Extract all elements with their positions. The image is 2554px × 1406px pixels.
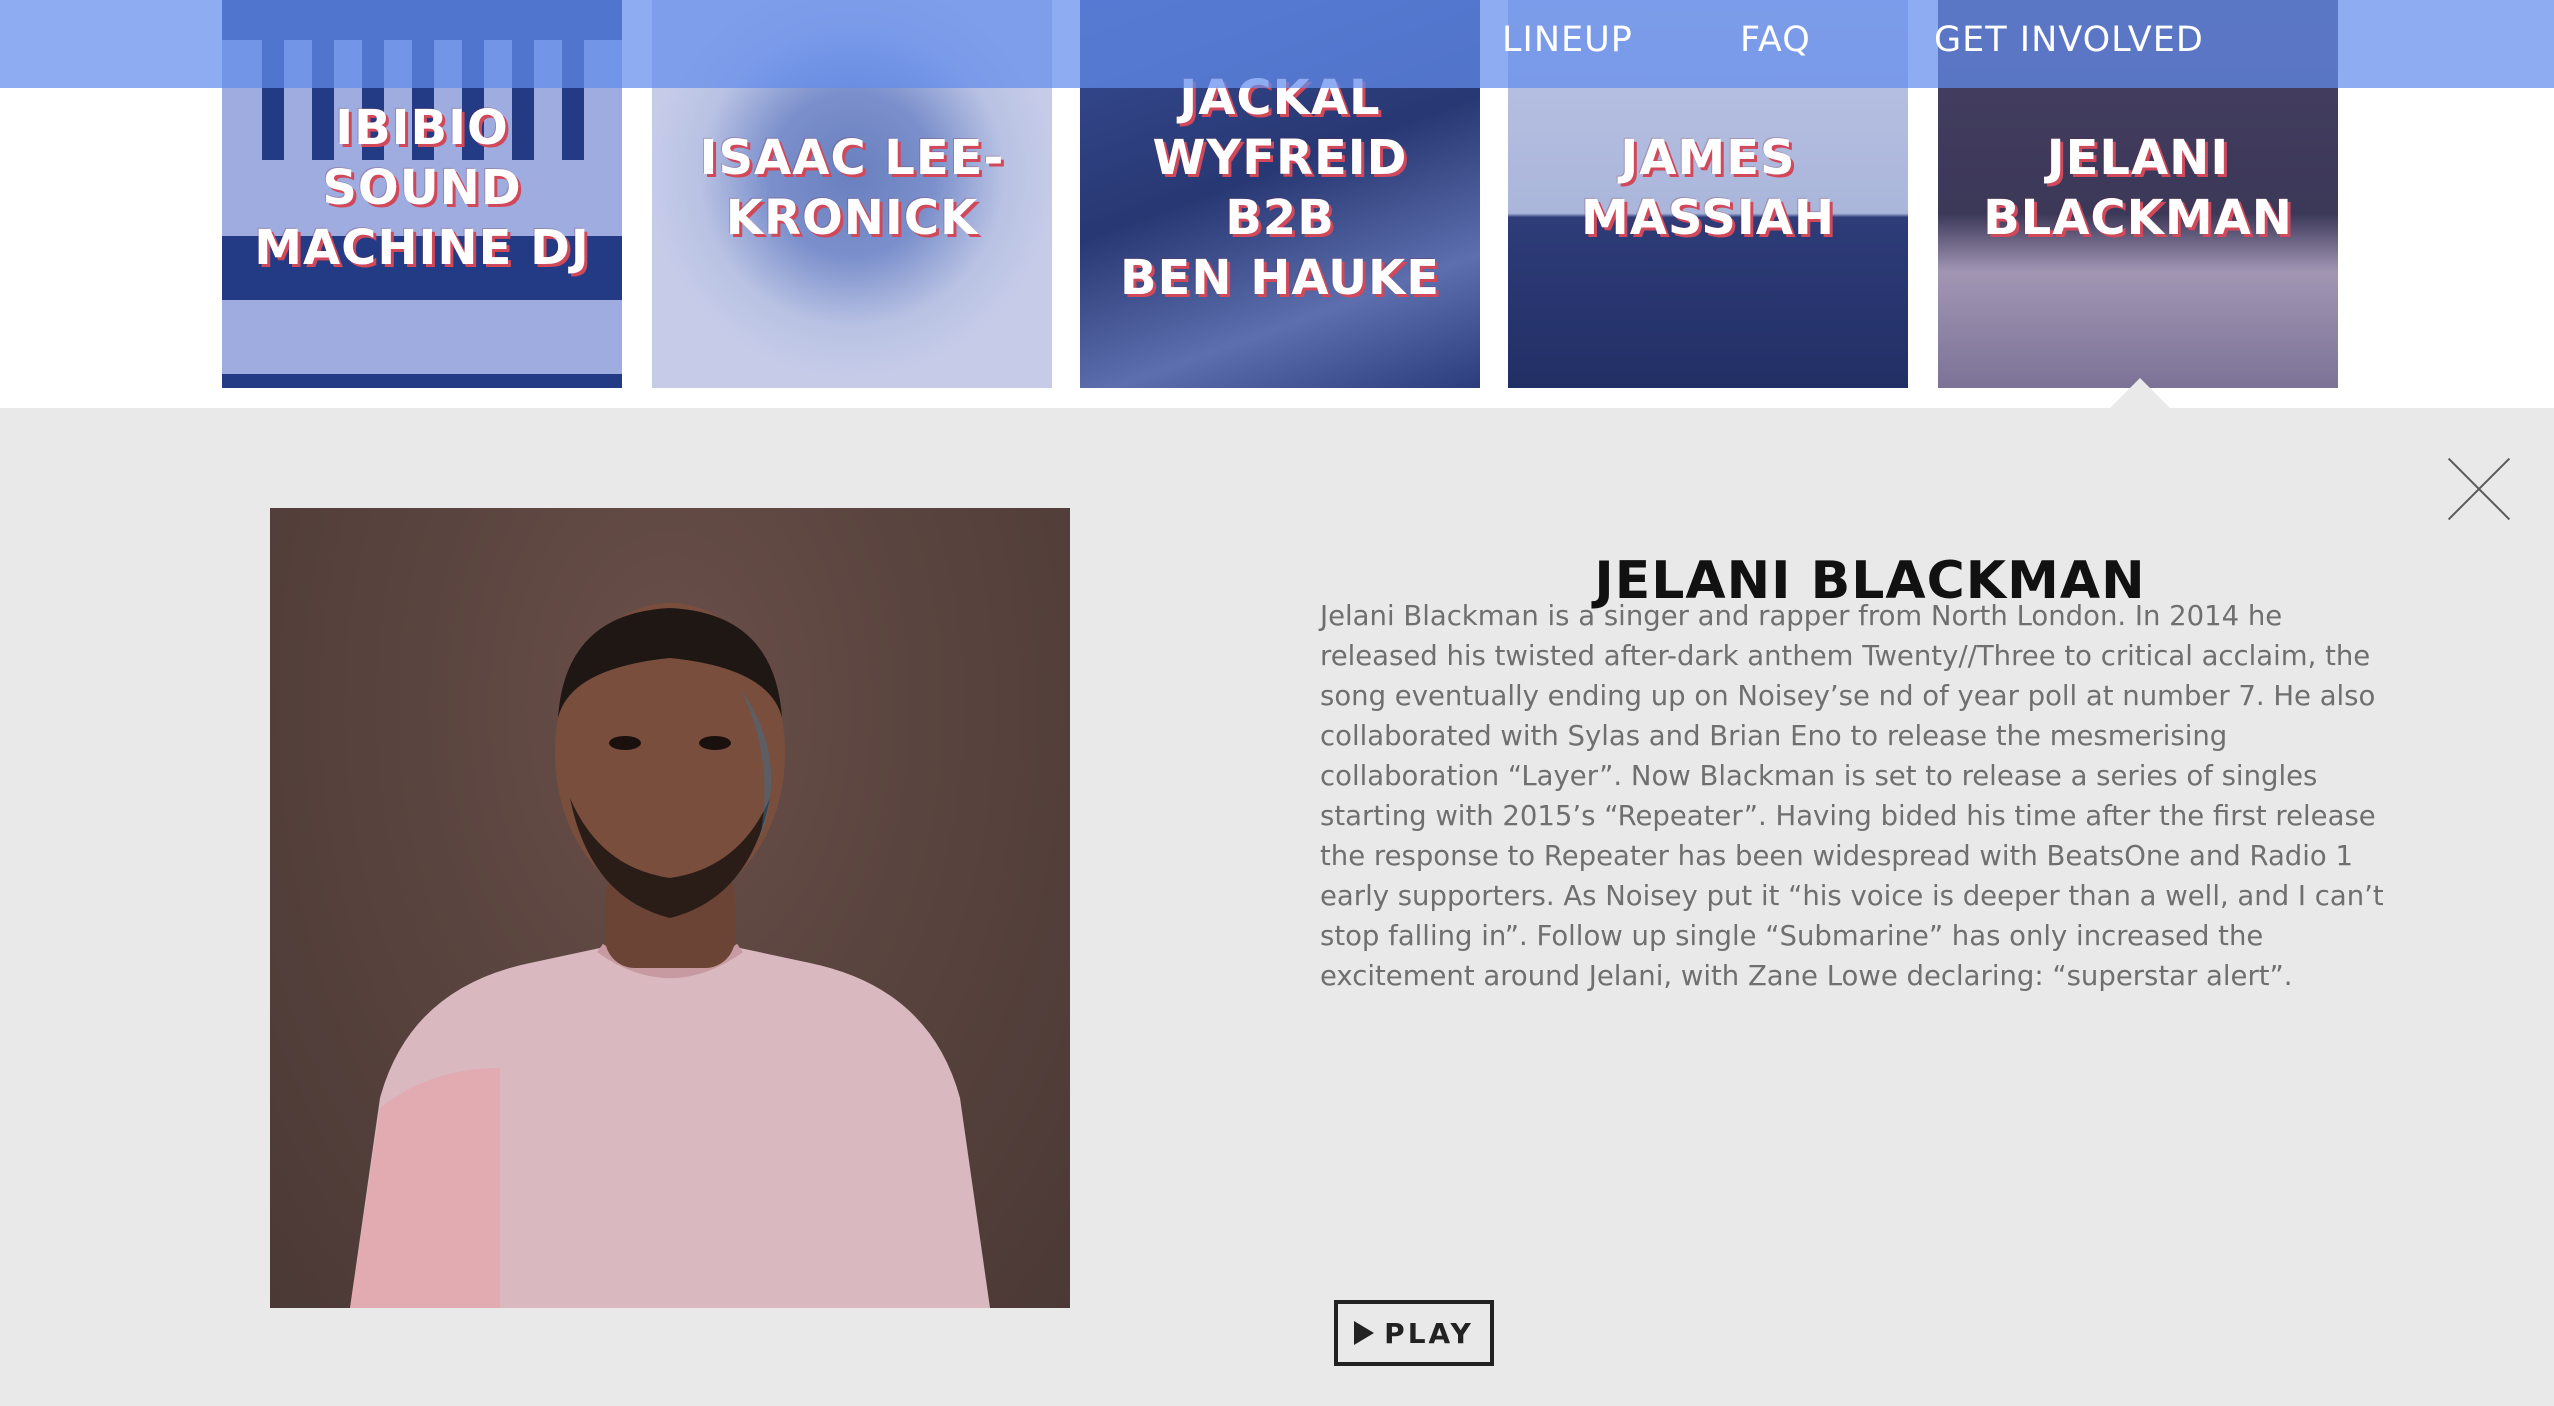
play-button[interactable]: PLAY [1334,1300,1494,1366]
nav-link-faq[interactable]: FAQ [1740,20,1811,60]
artist-tile-name: ISAAC LEE- KRONICK [699,130,1005,246]
play-button-label: PLAY [1384,1316,1474,1350]
nav-link-get-involved[interactable]: GET INVOLVED [1934,20,2204,60]
artist-portrait-photo [270,508,1070,1308]
artist-tile-name: JACKAL WYFREID B2B BEN HAUKE [1119,70,1441,306]
play-icon [1354,1321,1375,1345]
artist-bio-text: Jelani Blackman is a singer and rapper f… [1320,600,2384,992]
nav-link-lineup[interactable]: LINEUP [1502,20,1633,60]
selected-tile-pointer [2110,378,2170,408]
close-icon[interactable] [2448,458,2510,520]
portrait-illustration [350,603,990,1308]
artist-tile-name: JELANI BLACKMAN [1983,130,2293,246]
artist-tile-name: JAMES MASSIAH [1580,130,1836,246]
artist-tile-name: IBIBIO SOUND MACHINE DJ [254,100,590,276]
top-navigation-bar: LINEUP FAQ GET INVOLVED [0,0,2554,88]
